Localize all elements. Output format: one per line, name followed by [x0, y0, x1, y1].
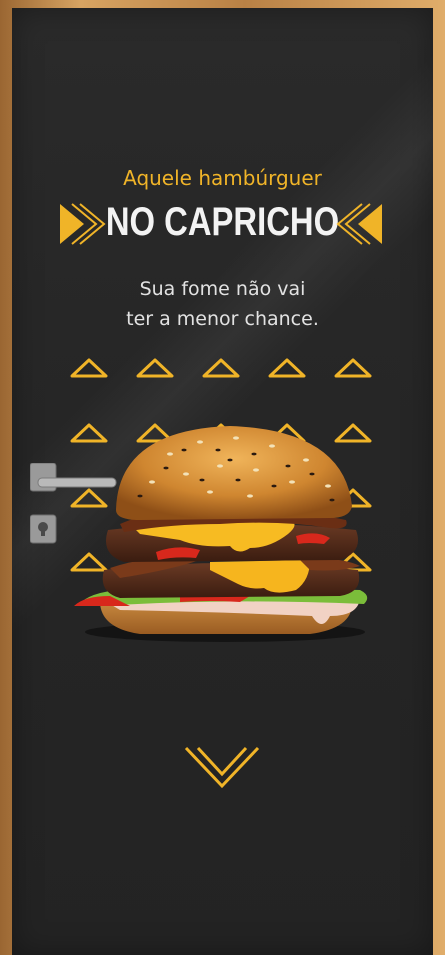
subtitle-line-2: ter a menor chance. — [126, 308, 319, 330]
door-lock-icon — [30, 514, 57, 544]
door-panel: Aquele hambúrguer NO CAPRICHO Sua fome n… — [12, 8, 433, 955]
chevron-down-icon[interactable] — [182, 744, 262, 794]
subtitle: Sua fome não vai ter a menor chance. — [12, 274, 433, 334]
triangle-up-icon — [70, 358, 108, 378]
triangle-up-icon — [334, 358, 372, 378]
title-row: NO CAPRICHO — [12, 200, 433, 250]
headline-text: Aquele hambúrguer — [123, 166, 322, 190]
triangle-up-icon — [136, 358, 174, 378]
burger-image — [74, 426, 368, 642]
triangle-up-icon — [268, 358, 306, 378]
triangle-up-icon — [202, 358, 240, 378]
subtitle-line-1: Sua fome não vai — [139, 278, 306, 300]
double-chevron-left-icon — [336, 203, 382, 245]
